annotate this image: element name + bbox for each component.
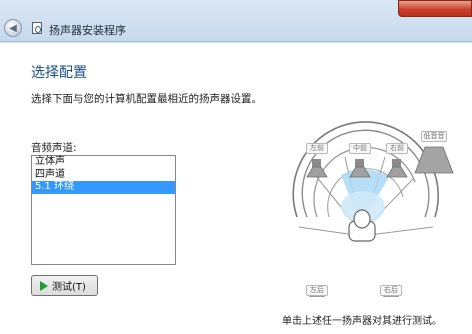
wizard-content: 选择配置 选择下面与您的计算机配置最相近的扬声器设置。 音频声道: 立体声 四声… [0,43,472,334]
speaker-label-front-right: 右前 [386,143,408,154]
test-hint-text: 单击上述任一扬声器对其进行测试。 [282,316,442,327]
close-button[interactable] [398,0,472,17]
list-item-quadraphonic[interactable]: 四声道 [32,169,175,182]
speaker-label-subwoofer: 低音音 [421,131,447,142]
subwoofer-icon[interactable] [414,146,454,174]
page-description: 选择下面与您的计算机配置最相近的扬声器设置。 [31,93,262,105]
list-item-5-1-surround[interactable]: 5.1 环绕 [32,181,175,194]
test-button-label: 测试(T) [52,282,86,293]
test-button[interactable]: 测试(T) [31,275,98,296]
audio-channels-list[interactable]: 立体声 四声道 5.1 环绕 [31,155,176,265]
title-bar: ◀ 扬声器安装程序 [0,0,472,42]
front-right-speaker-icon[interactable] [386,159,408,178]
window-title: 扬声器安装程序 [49,24,126,37]
speaker-label-rear-right: 右后 [380,285,402,296]
back-arrow-icon[interactable]: ◀ [4,19,22,37]
audio-channels-label: 音频声道: [31,142,77,154]
speaker-label-rear-left: 左后 [306,285,328,296]
speaker-layout: 左前 中前 右前 低音音 左后 右后 [285,97,465,297]
page-heading: 选择配置 [31,65,87,81]
play-icon [40,280,48,291]
speaker-label-center: 中前 [349,143,371,154]
list-item-stereo[interactable]: 立体声 [32,156,175,169]
speaker-label-front-left: 左前 [306,143,328,154]
listening-area-diagram [292,121,454,297]
speaker-app-icon [32,22,42,34]
